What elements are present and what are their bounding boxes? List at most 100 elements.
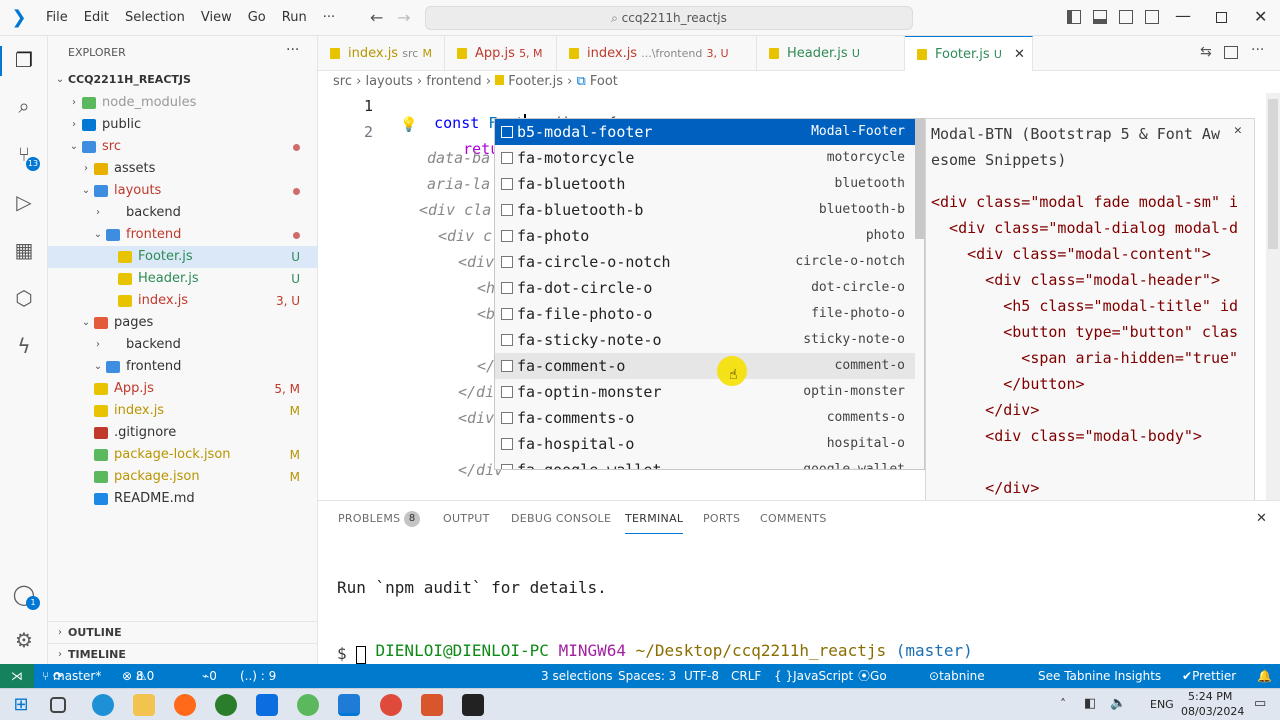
file-item[interactable]: README.md — [48, 488, 318, 510]
explorer-more-icon[interactable]: ··· — [286, 42, 299, 58]
breadcrumb-frontend[interactable]: frontend — [426, 74, 481, 89]
vscode-taskbar-icon[interactable] — [338, 694, 360, 716]
tray-chevron-icon[interactable]: ˄ — [1060, 697, 1066, 711]
restore-icon[interactable] — [1216, 12, 1227, 23]
outline-section[interactable]: › OUTLINE — [48, 621, 318, 643]
folder-item[interactable]: ⌄ src — [48, 136, 318, 158]
windows-start-icon[interactable]: ⊞ — [10, 694, 32, 716]
customize-layout-icon[interactable] — [1145, 10, 1159, 24]
suggestion-item[interactable]: fa-bluetooth bluetooth — [495, 171, 915, 197]
tab-header-js[interactable]: Header.js U — [757, 36, 905, 71]
file-item[interactable]: .gitignore — [48, 422, 318, 444]
split-editor-icon[interactable] — [1224, 46, 1238, 59]
menu-file[interactable]: File — [38, 10, 76, 25]
suggestion-item[interactable]: b5-modal-footer Modal-Footer — [495, 119, 915, 145]
file-item[interactable]: index.js 3, U — [48, 290, 318, 312]
app-red-icon[interactable] — [421, 694, 443, 716]
cursor-position[interactable]: (..) : 9 — [240, 664, 276, 688]
folder-item[interactable]: ⌄ pages — [48, 312, 318, 334]
search-icon[interactable]: ⌕ — [12, 94, 36, 118]
scrollbar-thumb[interactable] — [1268, 99, 1278, 249]
tab-app-js[interactable]: App.js 5, M — [445, 36, 557, 71]
file-item[interactable]: index.js M — [48, 400, 318, 422]
folder-item[interactable]: › backend — [48, 334, 318, 356]
folder-item[interactable]: › public — [48, 114, 318, 136]
firefox-icon[interactable] — [174, 694, 196, 716]
suggestion-item[interactable]: fa-google-wallet google-wallet — [495, 457, 915, 469]
file-item[interactable]: Footer.js U — [48, 246, 318, 268]
file-item[interactable]: Header.js U — [48, 268, 318, 290]
remote-indicator[interactable]: ⋊ — [0, 664, 34, 688]
back-arrow-icon[interactable]: ← — [370, 8, 383, 27]
tab-footer-js[interactable]: Footer.js U ✕ — [905, 36, 1033, 71]
go-live-item[interactable]: ⦿ Go Live — [858, 664, 895, 707]
extensions-icon[interactable]: ▦ — [12, 238, 36, 262]
toggle-sidebar-icon[interactable] — [1067, 10, 1081, 24]
selections-item[interactable]: 3 selections — [541, 664, 613, 688]
volume-icon[interactable]: 🔈 — [1110, 696, 1126, 711]
menu-edit[interactable]: Edit — [76, 10, 117, 25]
explorer-icon[interactable]: ❐ — [12, 48, 36, 72]
terminal-input-line[interactable]: $ — [337, 644, 367, 664]
remote-explorer-icon[interactable]: ⬡ — [12, 286, 36, 310]
run-debug-icon[interactable]: ▷ — [12, 190, 36, 214]
timeline-section[interactable]: › TIMELINE — [48, 643, 318, 665]
close-window-icon[interactable]: ✕ — [1254, 7, 1267, 26]
breadcrumb-layouts[interactable]: layouts — [365, 74, 412, 89]
suggestion-item[interactable]: fa-dot-circle-o dot-circle-o — [495, 275, 915, 301]
suggestion-item[interactable]: fa-circle-o-notch circle-o-notch — [495, 249, 915, 275]
close-tab-icon[interactable]: ✕ — [1014, 47, 1025, 62]
suggestion-item[interactable]: fa-sticky-note-o sticky-note-o — [495, 327, 915, 353]
notifications-bell-icon[interactable]: 🔔 — [1257, 664, 1272, 688]
notification-icon[interactable]: ▭ — [1254, 696, 1266, 711]
folder-item[interactable]: ⌄ frontend — [48, 224, 318, 246]
breadcrumb-file[interactable]: Footer.js — [508, 74, 563, 89]
suggestion-item[interactable]: fa-comments-o comments-o — [495, 405, 915, 431]
command-center-search[interactable]: ⌕ ccq2211h_reactjs — [425, 6, 913, 30]
tab-index-js-frontend[interactable]: index.js ...\frontend 3, U — [557, 36, 757, 71]
prettier-item[interactable]: ✔ Prettier — [1182, 664, 1236, 688]
toggle-panel-icon[interactable] — [1093, 10, 1107, 24]
tab-problems[interactable]: PROBLEMS — [338, 512, 400, 525]
more-actions-icon[interactable]: ··· — [1251, 42, 1264, 58]
minimize-icon[interactable]: — — [1175, 6, 1191, 25]
folder-item[interactable]: › backend — [48, 202, 318, 224]
menu-view[interactable]: View — [193, 10, 240, 25]
breadcrumb-src[interactable]: src — [333, 74, 352, 89]
breadcrumb-symbol[interactable]: Foot — [590, 74, 618, 89]
terminal-app-icon[interactable] — [462, 694, 484, 716]
compare-changes-icon[interactable]: ⇆ — [1200, 44, 1212, 60]
clock-time[interactable]: 5:24 PM — [1188, 690, 1232, 703]
suggestion-item[interactable]: fa-photo photo — [495, 223, 915, 249]
tabnine-item[interactable]: ⊙ tabnine starter — [929, 664, 985, 707]
tab-ports[interactable]: PORTS — [703, 512, 740, 525]
clock-date[interactable]: 08/03/2024 — [1181, 705, 1244, 718]
folder-item[interactable]: ⌄ frontend — [48, 356, 318, 378]
branch-item[interactable]: ⑂ master* ⟳ — [42, 664, 101, 688]
language-item[interactable]: { } JavaScript — [774, 664, 853, 688]
task-view-icon[interactable] — [50, 697, 66, 713]
file-item[interactable]: package.json M — [48, 466, 318, 488]
suggestion-item[interactable]: fa-bluetooth-b bluetooth-b — [495, 197, 915, 223]
app-green-icon[interactable] — [297, 694, 319, 716]
folder-item[interactable]: › assets — [48, 158, 318, 180]
tab-index-js-src[interactable]: index.js src M — [318, 36, 445, 71]
workspace-root[interactable]: ⌄ CCQ2211H_REACTJS — [48, 69, 318, 91]
settings-gear-icon[interactable]: ⚙ — [12, 628, 36, 652]
menu-selection[interactable]: Selection — [117, 10, 193, 25]
file-item[interactable]: App.js 5, M — [48, 378, 318, 400]
suggestion-item[interactable]: fa-optin-monster optin-monster — [495, 379, 915, 405]
folder-item[interactable]: ⌄ layouts — [48, 180, 318, 202]
eol-item[interactable]: CRLF — [731, 664, 761, 688]
file-explorer-icon[interactable] — [133, 694, 155, 716]
tab-terminal[interactable]: TERMINAL — [625, 512, 684, 534]
ports-item[interactable]: ⌁ 0 — [202, 664, 217, 688]
app-hs-icon[interactable] — [215, 694, 237, 716]
chrome-icon[interactable] — [380, 694, 402, 716]
tab-comments[interactable]: COMMENTS — [760, 512, 827, 525]
tab-debug-console[interactable]: DEBUG CONSOLE — [511, 512, 611, 525]
encoding-item[interactable]: UTF-8 — [684, 664, 719, 688]
menu-more[interactable]: ··· — [315, 10, 343, 25]
menu-go[interactable]: Go — [240, 10, 274, 25]
indentation-item[interactable]: Spaces: 3 — [618, 664, 676, 688]
